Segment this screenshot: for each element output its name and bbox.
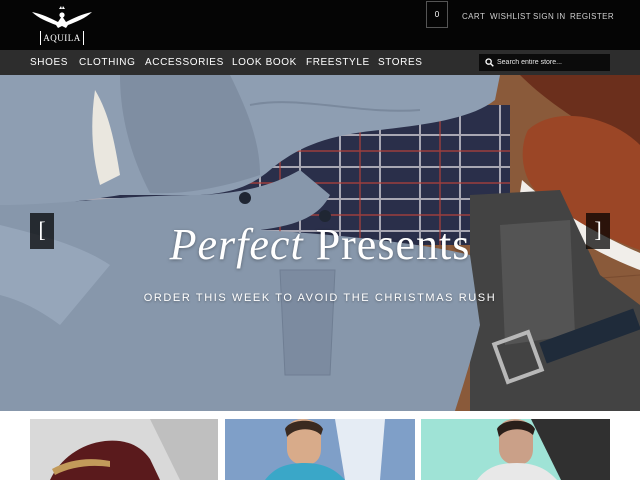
eagle-logo-icon [32, 6, 92, 28]
tile-shirts[interactable] [225, 419, 415, 480]
slider-prev-button[interactable]: [ [30, 213, 54, 249]
cart-count-box[interactable]: 0 [426, 1, 448, 28]
slider-next-button[interactable]: ] [586, 213, 610, 249]
tile-shoes[interactable] [30, 419, 218, 480]
nav-item-accessories[interactable]: ACCESSORIES [145, 50, 224, 75]
top-bar: AQUILA 0 CART WISHLIST SIGN IN REGISTER [0, 0, 640, 50]
hero-title-italic: Perfect [169, 220, 304, 269]
promo-tiles [0, 411, 640, 480]
nav-item-shoes[interactable]: SHOES [30, 50, 68, 75]
hero-title: Perfect Presents [0, 219, 640, 271]
hero-banner[interactable]: Perfect Presents ORDER THIS WEEK TO AVOI… [0, 75, 640, 411]
wishlist-link[interactable]: WISHLIST [490, 12, 531, 22]
casual-promo-image [421, 419, 610, 480]
search-input[interactable] [497, 54, 607, 71]
page: AQUILA 0 CART WISHLIST SIGN IN REGISTER … [0, 0, 640, 480]
nav-item-look-book[interactable]: LOOK BOOK [232, 50, 297, 75]
sign-in-link[interactable]: SIGN IN [533, 12, 566, 22]
cart-link[interactable]: CART [462, 12, 485, 22]
nav-item-freestyle[interactable]: FREESTYLE [306, 50, 370, 75]
nav-item-clothing[interactable]: CLOTHING [79, 50, 135, 75]
hero-subtitle: ORDER THIS WEEK TO AVOID THE CHRISTMAS R… [143, 292, 497, 304]
search-icon[interactable] [485, 58, 494, 67]
shirt-promo-image [225, 419, 415, 480]
register-link[interactable]: REGISTER [570, 12, 614, 22]
search-box [479, 54, 610, 71]
nav-item-stores[interactable]: STORES [378, 50, 423, 75]
shoe-promo-image [30, 419, 218, 480]
tile-casual[interactable] [421, 419, 610, 480]
hero-title-regular: Presents [315, 220, 471, 269]
logo-wordmark: AQUILA [40, 31, 84, 45]
logo[interactable]: AQUILA [30, 6, 94, 46]
